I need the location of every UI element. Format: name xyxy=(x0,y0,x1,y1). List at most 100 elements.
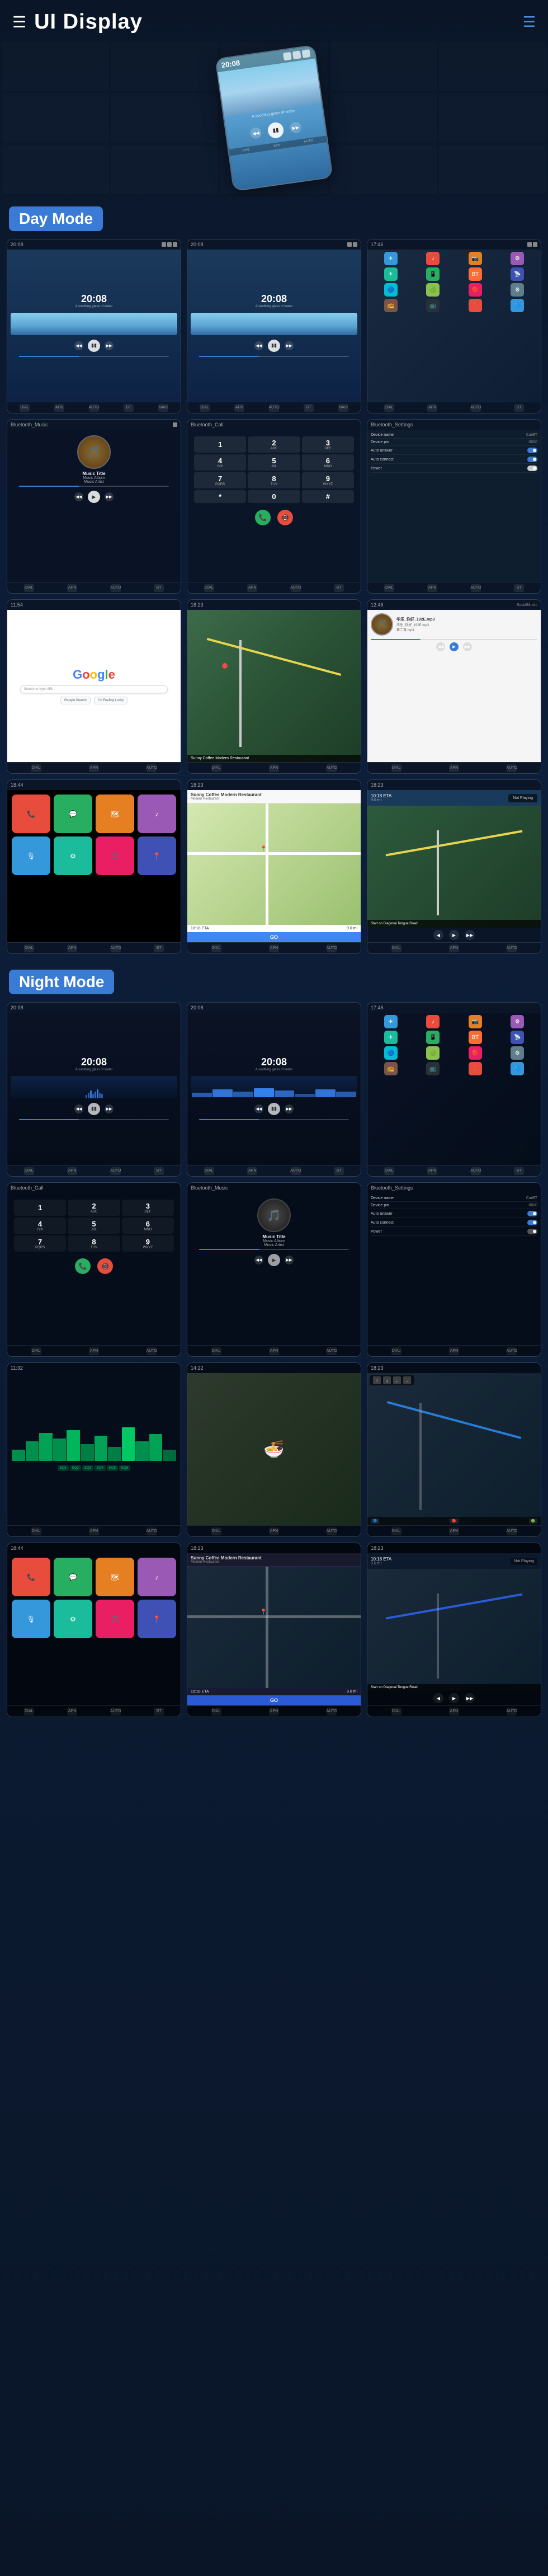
n1-dial[interactable]: DIAL xyxy=(24,1167,34,1175)
btc-auto[interactable]: AUTO xyxy=(291,584,301,592)
night-bt-play[interactable]: ▶ xyxy=(268,1254,280,1266)
nav-bt-apps[interactable]: BT xyxy=(514,404,524,412)
cp-music-app[interactable]: ♪ xyxy=(138,795,176,833)
call-btn-9[interactable]: 9 WXYZ xyxy=(302,472,354,488)
night-nav-btn-1[interactable]: ↑ xyxy=(373,1376,381,1384)
wave-ctrl-4[interactable]: EQ4 xyxy=(95,1465,106,1471)
google-search-btn[interactable]: Google Search xyxy=(60,697,91,704)
call-btn-5[interactable]: 5 JKL xyxy=(248,454,300,471)
call-btn-0[interactable]: 0 xyxy=(248,490,300,503)
wv-apn[interactable]: APN xyxy=(89,1527,99,1535)
app-icon-4[interactable]: ⚙ xyxy=(511,252,524,265)
power-toggle[interactable] xyxy=(527,466,537,471)
bts-apn[interactable]: APN xyxy=(427,584,437,592)
nav-navi-2[interactable]: NAVI xyxy=(338,404,348,412)
nav-auto-nav[interactable]: AUTO xyxy=(327,764,337,772)
tn-apn[interactable]: APN xyxy=(449,944,459,952)
wave-ctrl-5[interactable]: EQ5 xyxy=(107,1465,118,1471)
nc-apn[interactable]: APN xyxy=(89,1347,99,1355)
night-answer-btn[interactable]: 📞 xyxy=(75,1258,91,1274)
cp-dial[interactable]: DIAL xyxy=(24,944,34,952)
social-controls[interactable]: ◀◀ ▶ ▶▶ xyxy=(371,642,537,651)
goog-apn[interactable]: APN xyxy=(89,764,99,772)
bt-apn[interactable]: APN xyxy=(67,584,77,592)
night-call-btn-8[interactable]: 8TUV xyxy=(68,1235,120,1252)
night-bt-next[interactable]: ▶▶ xyxy=(285,1256,294,1265)
nav-next-btn[interactable]: ▶▶ xyxy=(465,930,475,940)
nav-dial-2[interactable]: DIAL xyxy=(200,404,210,412)
bt-play[interactable]: ▶ xyxy=(88,491,100,503)
app-icon-15[interactable]: 📍 xyxy=(469,299,482,312)
nc-auto[interactable]: AUTO xyxy=(147,1347,157,1355)
nav-playback-controls[interactable]: ◀ ▶ ▶▶ xyxy=(367,928,541,942)
n2-auto[interactable]: AUTO xyxy=(291,1167,301,1175)
soc-apn[interactable]: APN xyxy=(449,764,459,772)
nn-auto[interactable]: AUTO xyxy=(507,1527,517,1535)
ntn-auto[interactable]: AUTO xyxy=(507,1708,517,1715)
na-bt[interactable]: BT xyxy=(514,1167,524,1175)
call-btn-1[interactable]: 1 xyxy=(194,436,246,453)
nav-dial-nav[interactable]: DIAL xyxy=(211,764,221,772)
nav-bt-2[interactable]: BT xyxy=(304,404,314,412)
soc-dial[interactable]: DIAL xyxy=(391,764,401,772)
bt-auto[interactable]: AUTO xyxy=(111,584,121,592)
night-app-10[interactable]: 🟢 xyxy=(426,1046,440,1060)
bt-music-controls[interactable]: ◀◀ ▶ ▶▶ xyxy=(11,491,177,503)
night-nav-btn-grid-2[interactable]: 🔴 xyxy=(450,1519,458,1524)
app-icon-16[interactable]: 🔷 xyxy=(511,299,524,312)
night-nav-btn-4[interactable]: → xyxy=(403,1376,411,1384)
music-prev-2[interactable]: ◀◀ xyxy=(254,341,263,350)
nn-dial[interactable]: DIAL xyxy=(391,1527,401,1535)
night-app-12[interactable]: ⚙ xyxy=(511,1046,524,1060)
night-next-1[interactable]: ▶▶ xyxy=(105,1104,114,1113)
ncp-apn[interactable]: APN xyxy=(67,1708,77,1715)
night-cp-waze[interactable]: 📍 xyxy=(138,1600,176,1638)
ph-apn[interactable]: APN xyxy=(269,1527,279,1535)
app-icon-5[interactable]: ✈ xyxy=(384,267,398,281)
cp-auto[interactable]: AUTO xyxy=(111,944,121,952)
ntn-dial[interactable]: DIAL xyxy=(391,1708,401,1715)
call-btn-3[interactable]: 3 DEF xyxy=(302,436,354,453)
nav-auto-2[interactable]: AUTO xyxy=(269,404,279,412)
night-app-9[interactable]: 🔵 xyxy=(384,1046,398,1060)
n1-apn[interactable]: APN xyxy=(67,1167,77,1175)
night-cp-maps[interactable]: 🗺 xyxy=(96,1558,134,1596)
wave-ctrl-3[interactable]: EQ3 xyxy=(82,1465,93,1471)
night-app-14[interactable]: 📺 xyxy=(426,1062,440,1075)
night-music-controls-1[interactable]: ◀◀ ▮▮ ▶▶ xyxy=(74,1103,114,1115)
ns-auto[interactable]: AUTO xyxy=(507,1347,517,1355)
auto-connect-toggle[interactable] xyxy=(527,457,537,462)
wave-ctrl-1[interactable]: EQ1 xyxy=(58,1465,69,1471)
rest-auto[interactable]: AUTO xyxy=(327,944,337,952)
cp-podcasts-app[interactable]: 🎙 xyxy=(12,836,50,875)
soc-auto[interactable]: AUTO xyxy=(507,764,517,772)
night-app-5[interactable]: ✈ xyxy=(384,1031,398,1044)
call-btn-hash[interactable]: # xyxy=(302,490,354,503)
go-button[interactable]: GO xyxy=(187,932,361,942)
bt-next[interactable]: ▶▶ xyxy=(105,492,114,501)
nav-dial-1[interactable]: DIAL xyxy=(20,404,30,412)
night-bt-controls[interactable]: ◀◀ ▶ ▶▶ xyxy=(254,1254,294,1266)
ncp-auto[interactable]: AUTO xyxy=(111,1708,121,1715)
ph-dial[interactable]: DIAL xyxy=(211,1527,221,1535)
music-play-1[interactable]: ▮▮ xyxy=(88,340,100,352)
night-call-btn-9[interactable]: 9WXYZ xyxy=(122,1235,174,1252)
night-app-2[interactable]: ♪ xyxy=(426,1015,440,1028)
btc-bt[interactable]: BT xyxy=(334,584,344,592)
cp-apn[interactable]: APN xyxy=(67,944,77,952)
rest-dial[interactable]: DIAL xyxy=(211,944,221,952)
google-search-bar[interactable]: Search or type URL xyxy=(20,685,168,693)
night-prev-2[interactable]: ◀◀ xyxy=(254,1104,263,1113)
cp-spotify-app[interactable]: 🎵 xyxy=(96,836,134,875)
night-app-4[interactable]: ⚙ xyxy=(511,1015,524,1028)
call-answer-btn[interactable]: 📞 xyxy=(255,510,271,525)
nav-apn-2[interactable]: APN xyxy=(234,404,244,412)
cp-maps-app[interactable]: 🗺 xyxy=(96,795,134,833)
night-app-15[interactable]: 📍 xyxy=(469,1062,482,1075)
wave-ctrl-2[interactable]: EQ2 xyxy=(70,1465,81,1471)
night-nav-btn-3[interactable]: ← xyxy=(393,1376,401,1384)
night-nav-btn-2[interactable]: ↓ xyxy=(383,1376,391,1384)
night-power-toggle[interactable] xyxy=(527,1229,537,1234)
night-play-2[interactable]: ▮▮ xyxy=(268,1103,280,1115)
nav-bt-1[interactable]: BT xyxy=(124,404,134,412)
